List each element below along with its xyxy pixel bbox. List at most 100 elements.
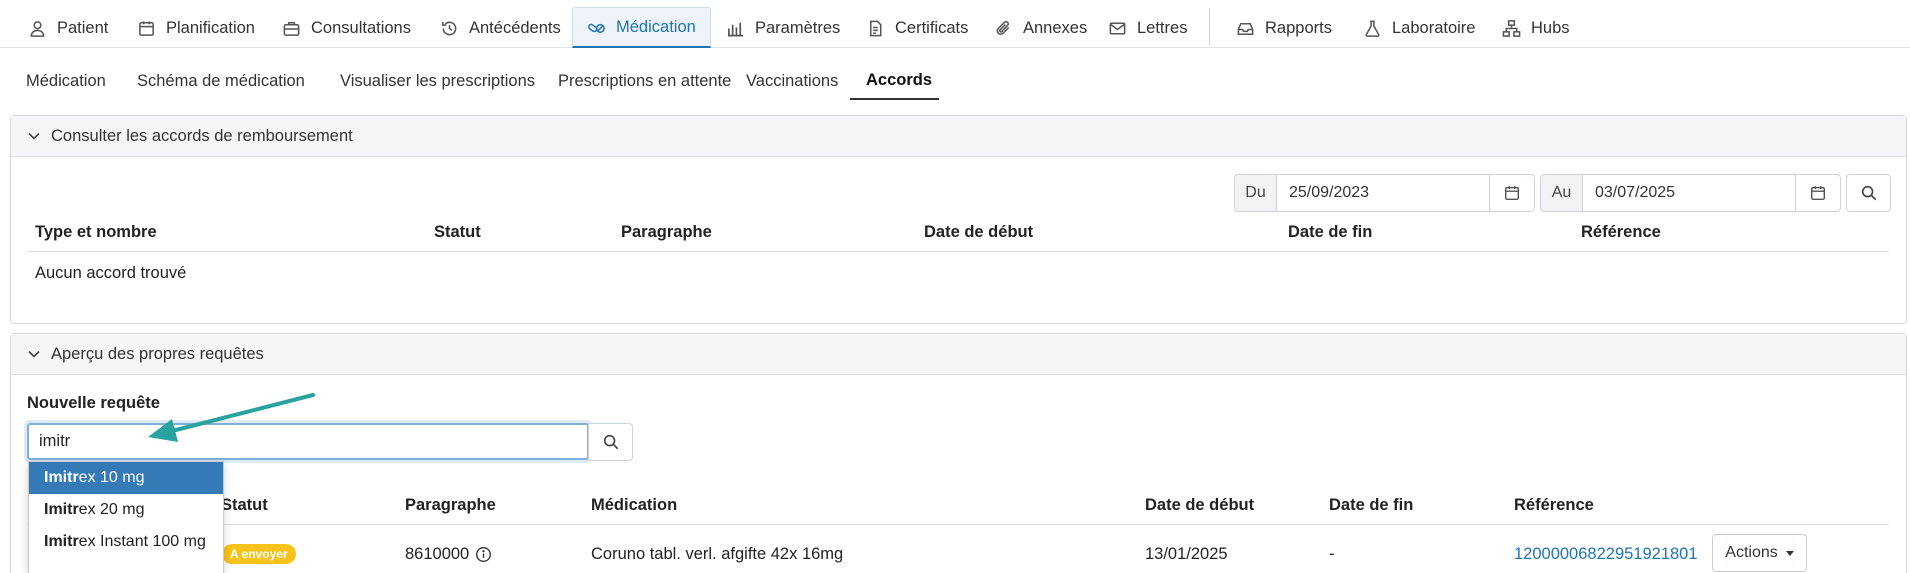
nav-tab-laboratoire[interactable]: Laboratoire xyxy=(1349,8,1489,48)
new-request-label: Nouvelle requête xyxy=(27,394,160,412)
search-icon xyxy=(603,434,618,450)
letter-icon xyxy=(1109,22,1126,34)
date-to-input[interactable]: 03/07/2025 xyxy=(1583,174,1796,212)
date-from-label: Du xyxy=(1234,174,1277,212)
nav-label: Certificats xyxy=(895,18,969,37)
reimbursement-panel: Consulter les accords de remboursement xyxy=(10,115,1907,324)
nav-label: Rapports xyxy=(1265,18,1332,37)
subtab-schema-medication[interactable]: Schéma de médication xyxy=(121,62,321,100)
date-to-group: Au 03/07/2025 xyxy=(1540,174,1841,212)
bar-chart-icon xyxy=(727,22,744,36)
nav-label: Patient xyxy=(57,18,109,37)
person-icon xyxy=(30,20,45,37)
column-header-reference: Référence xyxy=(1581,223,1661,241)
history-icon xyxy=(442,21,457,35)
column-header-type: Type et nombre xyxy=(35,223,157,241)
nav-label: Lettres xyxy=(1137,18,1188,37)
paragraph-value: 8610000 xyxy=(405,545,470,563)
panel-title: Aperçu des propres requêtes xyxy=(51,344,264,363)
autocomplete-option[interactable]: Imitr ex 10 mg xyxy=(29,462,223,494)
table-row-start-date: 13/01/2025 xyxy=(1145,545,1228,563)
nav-tab-certificats[interactable]: Certificats xyxy=(852,8,982,48)
chevron-down-icon xyxy=(28,350,40,358)
nav-tab-patient[interactable]: Patient xyxy=(14,8,122,48)
nav-tab-medication[interactable]: Médication xyxy=(572,7,711,48)
column-header-paragraph: Paragraphe xyxy=(405,496,496,514)
reimbursement-search-button[interactable] xyxy=(1846,174,1891,212)
requests-panel-header[interactable]: Aperçu des propres requêtes xyxy=(11,334,1906,375)
document-icon xyxy=(869,20,882,36)
date-to-label: Au xyxy=(1540,174,1583,212)
nav-label: Hubs xyxy=(1531,18,1570,37)
calendar-icon xyxy=(139,20,154,36)
nav-tab-antecedents[interactable]: Antécédents xyxy=(426,8,575,48)
calendar-icon xyxy=(1810,186,1826,201)
date-to-picker-button[interactable] xyxy=(1796,174,1841,212)
nav-divider xyxy=(1209,8,1210,46)
subtab-visualiser-prescriptions[interactable]: Visualiser les prescriptions xyxy=(324,62,551,100)
column-header-end-date: Date de fin xyxy=(1288,223,1373,241)
nav-tab-annexes[interactable]: Annexes xyxy=(980,8,1101,48)
chevron-down-icon xyxy=(28,132,40,140)
caret-down-icon xyxy=(1785,550,1794,556)
medication-subtabs: Médication Schéma de médication Visualis… xyxy=(10,62,1910,100)
subtab-medication[interactable]: Médication xyxy=(10,62,122,100)
briefcase-icon xyxy=(283,21,300,36)
column-header-reference: Référence xyxy=(1514,496,1594,514)
column-header-start-date: Date de début xyxy=(924,223,1034,241)
calendar-icon xyxy=(1504,186,1520,201)
actions-dropdown-button[interactable]: Actions xyxy=(1712,534,1807,572)
nav-tab-parametres[interactable]: Paramètres xyxy=(712,8,854,48)
date-from-picker-button[interactable] xyxy=(1490,174,1535,212)
panel-title: Consulter les accords de remboursement xyxy=(51,126,353,145)
option-rest: ex 10 mg xyxy=(78,469,145,486)
date-from-input[interactable]: 25/09/2023 xyxy=(1277,174,1490,212)
option-match: Imitr xyxy=(44,469,79,486)
column-header-status: Statut xyxy=(434,223,481,241)
search-icon xyxy=(1861,185,1876,201)
nav-tab-lettres[interactable]: Lettres xyxy=(1094,8,1201,48)
nav-tab-hubs[interactable]: Hubs xyxy=(1488,8,1584,48)
column-header-paragraph: Paragraphe xyxy=(621,223,712,241)
nav-label: Antécédents xyxy=(469,18,561,37)
status-badge: A envoyer xyxy=(222,544,296,564)
table-header-divider xyxy=(27,251,1889,252)
option-rest: ex Instant 100 mg xyxy=(78,533,206,550)
column-header-status: Statut xyxy=(221,496,268,514)
autocomplete-option[interactable]: Imitr ex 20 mg xyxy=(29,494,223,526)
nav-label: Annexes xyxy=(1023,18,1088,37)
table-row-end-date: - xyxy=(1329,545,1335,563)
autocomplete-dropdown: Imitr ex 10 mg Imitr ex 20 mg Imitr ex Inst… xyxy=(28,461,224,573)
reimbursement-panel-header[interactable]: Consulter les accords de remboursement xyxy=(11,116,1906,157)
date-from-group: Du 25/09/2023 xyxy=(1234,174,1535,212)
nav-label: Paramètres xyxy=(755,18,841,37)
subtab-vaccinations[interactable]: Vaccinations xyxy=(730,62,854,100)
pills-icon xyxy=(588,23,605,33)
option-rest: ex 20 mg xyxy=(78,501,145,518)
main-navigation: Patient Planification Consultations Anté… xyxy=(0,0,1910,48)
table-row-paragraph: 8610000 xyxy=(405,545,492,564)
nav-label: Médication xyxy=(616,17,696,36)
medication-search-button[interactable] xyxy=(588,423,633,461)
subtab-accords[interactable]: Accords xyxy=(850,62,939,100)
nav-label: Consultations xyxy=(311,18,411,37)
nav-label: Laboratoire xyxy=(1392,18,1476,37)
nav-tab-consultations[interactable]: Consultations xyxy=(268,8,425,48)
medication-search-input[interactable] xyxy=(27,423,589,460)
subtab-prescriptions-en-attente[interactable]: Prescriptions en attente xyxy=(542,62,747,100)
column-header-medication: Médication xyxy=(591,496,678,514)
info-icon[interactable] xyxy=(475,546,492,563)
column-header-start-date: Date de début xyxy=(1145,496,1255,514)
column-header-end-date: Date de fin xyxy=(1329,496,1414,514)
inbox-icon xyxy=(1237,22,1254,35)
actions-label: Actions xyxy=(1725,544,1778,561)
nav-tab-planification[interactable]: Planification xyxy=(123,8,269,48)
nav-label: Planification xyxy=(166,18,255,37)
flask-icon xyxy=(1365,20,1380,37)
empty-state-text: Aucun accord trouvé xyxy=(35,264,187,282)
table-header-divider xyxy=(27,524,1889,525)
reference-link[interactable]: 12000006822951921801 xyxy=(1514,545,1698,564)
network-icon xyxy=(1502,19,1521,37)
nav-tab-rapports[interactable]: Rapports xyxy=(1222,8,1346,48)
autocomplete-option[interactable]: Imitr ex Instant 100 mg xyxy=(29,526,223,558)
